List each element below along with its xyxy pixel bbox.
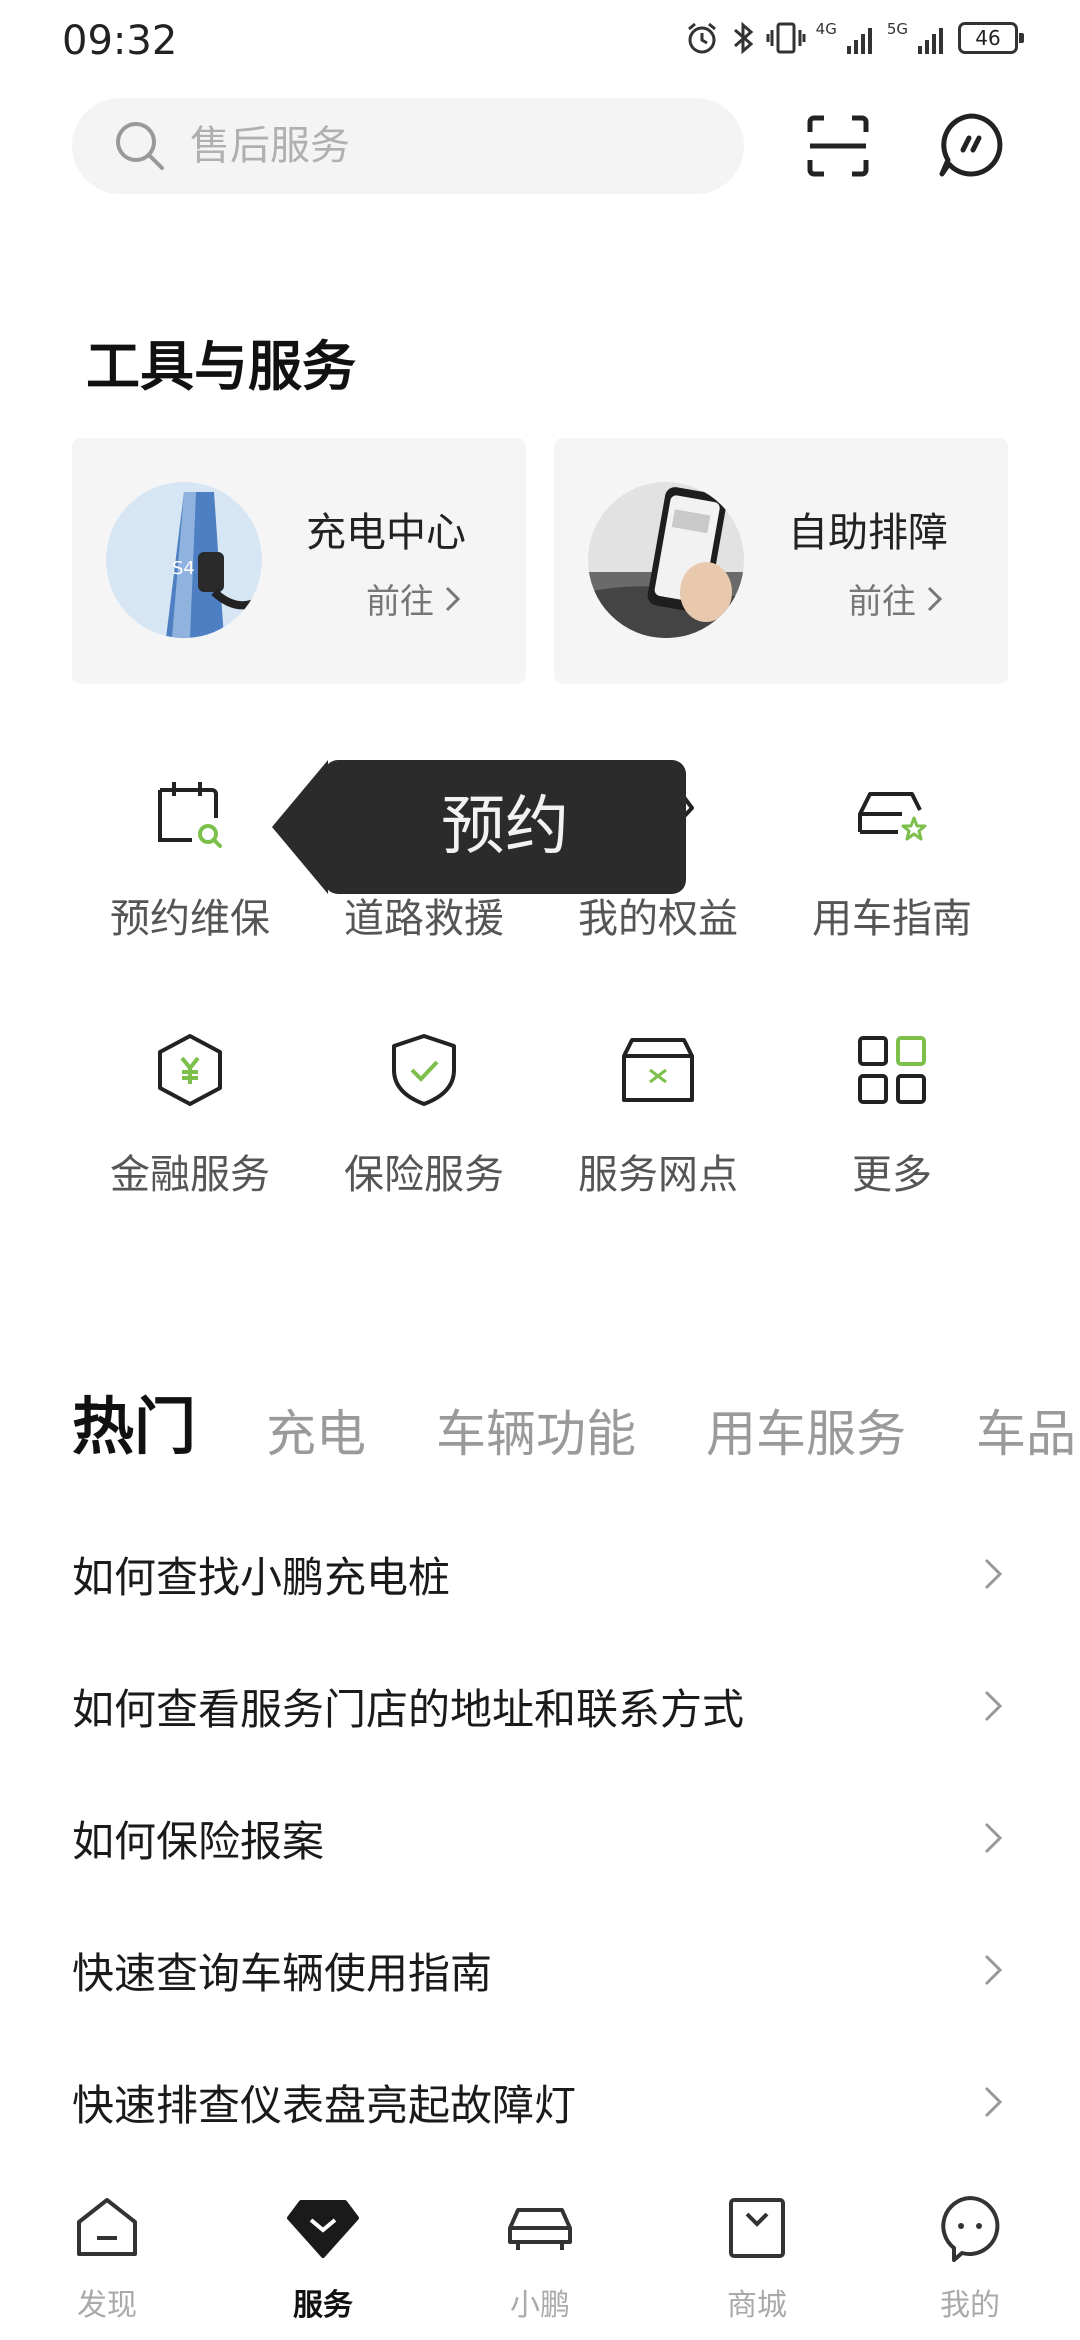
faq-text: 快速排查仪表盘亮起故障灯	[72, 2080, 577, 2130]
status-time: 09:32	[62, 18, 178, 64]
grid-label: 道路救援	[344, 896, 504, 942]
grid-item-maintenance-booking[interactable]: 预约维保	[75, 774, 305, 944]
nav-label: 服务	[293, 2288, 353, 2323]
signal-icon-1	[846, 28, 872, 54]
nav-label: 我的	[940, 2288, 1000, 2323]
card-go-link[interactable]: 前往	[848, 574, 944, 623]
home-icon	[77, 2198, 137, 2256]
faq-item[interactable]: 如何查找小鹏充电桩	[72, 1524, 1008, 1624]
card-title: 自助排障	[788, 510, 948, 556]
chevron-right-icon	[927, 586, 943, 611]
profile-face-icon	[941, 2196, 1000, 2262]
grid-label: 服务网点	[578, 1152, 738, 1198]
chevron-right-icon	[984, 1690, 1003, 1722]
car-star-icon	[858, 792, 927, 841]
tab-vehicle-functions[interactable]: 车辆功能	[436, 1394, 636, 1466]
chevron-right-icon	[984, 2086, 1003, 2118]
chevron-right-icon	[445, 586, 461, 611]
faq-text: 如何查找小鹏充电桩	[72, 1552, 451, 1602]
calendar-search-icon	[158, 782, 222, 848]
grid-label: 更多	[852, 1152, 932, 1198]
tab-hot[interactable]: 热门	[72, 1376, 196, 1466]
chevron-right-icon	[984, 1558, 1003, 1590]
tab-car-products[interactable]: 车品	[976, 1394, 1076, 1466]
grid-label: 保险服务	[344, 1152, 504, 1198]
faq-item[interactable]: 如何查看服务门店的地址和联系方式	[72, 1656, 1008, 1756]
tooltip-popup: 预约	[272, 760, 686, 894]
nav-xpeng[interactable]: 小鹏	[475, 2192, 605, 2324]
card-go-link[interactable]: 前往	[366, 574, 462, 623]
faq-text: 如何查看服务门店的地址和联系方式	[72, 1684, 745, 1734]
bluetooth-icon	[733, 21, 753, 55]
charging-center-card[interactable]: S4 充电中心 前往	[72, 438, 526, 684]
bottom-nav: 发现 服务 小鹏 商城 我的	[0, 2172, 1080, 2340]
yuan-hexagon-icon	[158, 1034, 222, 1106]
tooltip-text: 预约	[441, 790, 569, 864]
grid-icon	[858, 1036, 926, 1104]
faq-item[interactable]: 快速排查仪表盘亮起故障灯	[72, 2052, 1008, 2152]
network-label-2: 5G	[886, 20, 908, 38]
search-bar[interactable]	[72, 98, 744, 194]
shield-check-icon	[392, 1034, 456, 1106]
grid-item-finance[interactable]: 金融服务	[75, 1030, 305, 1200]
status-bar: 09:32 4G 5G 46	[0, 0, 1080, 80]
search-input[interactable]	[190, 123, 670, 169]
category-tabs[interactable]: 热门 充电 车辆功能 用车服务 车品	[72, 1376, 1080, 1466]
service-icon	[287, 2200, 359, 2258]
card-go-label: 前往	[848, 582, 916, 622]
faq-text: 快速查询车辆使用指南	[72, 1948, 493, 1998]
nav-store[interactable]: 商城	[692, 2192, 822, 2324]
grid-item-insurance[interactable]: 保险服务	[309, 1030, 539, 1200]
chevron-right-icon	[984, 1954, 1003, 1986]
shopping-bag-icon	[729, 2198, 785, 2258]
self-troubleshoot-card[interactable]: 自助排障 前往	[554, 438, 1008, 684]
faq-text: 如何保险报案	[72, 1816, 325, 1866]
phone-in-hand-image	[588, 482, 744, 638]
network-label-1: 4G	[815, 20, 837, 38]
grid-label: 用车指南	[812, 896, 972, 942]
grid-label: 金融服务	[110, 1152, 270, 1198]
battery-icon: 46	[958, 22, 1024, 54]
charging-pile-image: S4	[106, 482, 262, 638]
tab-car-services[interactable]: 用车服务	[706, 1394, 906, 1466]
card-title: 充电中心	[306, 510, 466, 556]
nav-discover[interactable]: 发现	[42, 2192, 172, 2324]
search-icon	[116, 122, 164, 170]
status-icons: 4G 5G 46	[684, 20, 1024, 56]
nav-label: 小鹏	[510, 2288, 570, 2323]
faq-item[interactable]: 如何保险报案	[72, 1788, 1008, 1888]
tab-charging[interactable]: 充电	[266, 1394, 366, 1466]
section-title: 工具与服务	[86, 335, 356, 398]
faq-item[interactable]: 快速查询车辆使用指南	[72, 1920, 1008, 2020]
svg-text:S4: S4	[172, 558, 195, 579]
nav-label: 商城	[727, 2288, 787, 2323]
battery-level: 46	[975, 26, 1001, 50]
signal-icon-2	[918, 28, 943, 54]
grid-label: 预约维保	[110, 896, 270, 942]
card-go-label: 前往	[366, 582, 434, 622]
tooltip-arrow	[272, 760, 328, 894]
grid-label: 我的权益	[578, 896, 738, 942]
message-icon[interactable]	[938, 112, 1004, 178]
grid-item-car-guide[interactable]: 用车指南	[777, 774, 1007, 944]
chevron-right-icon	[984, 1822, 1003, 1854]
car-icon	[508, 2208, 572, 2250]
nav-profile[interactable]: 我的	[905, 2192, 1035, 2324]
grid-item-more[interactable]: 更多	[777, 1030, 1007, 1200]
scan-icon[interactable]	[806, 114, 870, 178]
alarm-icon	[687, 22, 716, 54]
store-icon	[622, 1038, 694, 1102]
grid-item-service-outlets[interactable]: 服务网点	[543, 1030, 773, 1200]
vibrate-icon	[766, 22, 806, 54]
nav-service[interactable]: 服务	[258, 2192, 388, 2324]
nav-label: 发现	[77, 2288, 137, 2323]
